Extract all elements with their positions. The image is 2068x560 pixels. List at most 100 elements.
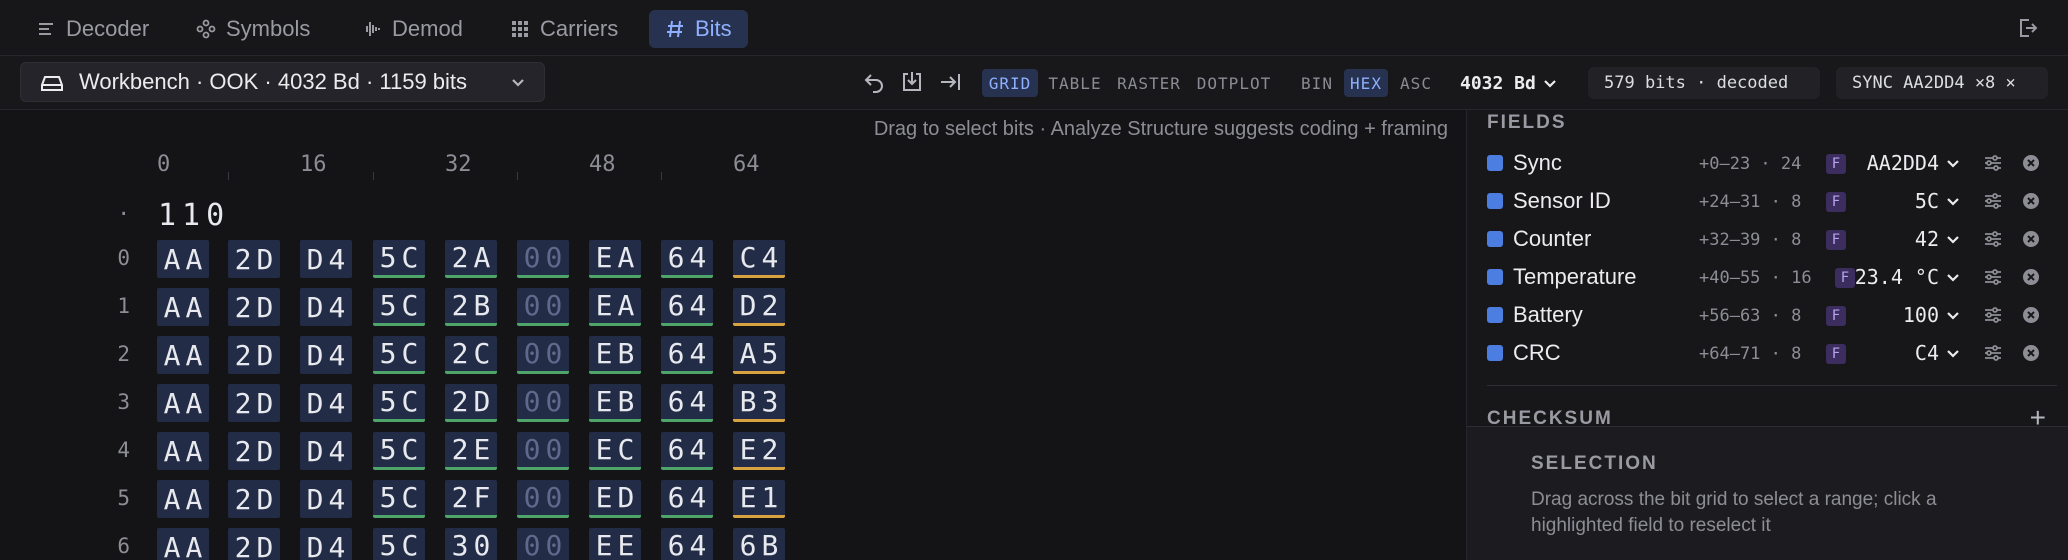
byte-cell[interactable]: 00: [517, 384, 569, 422]
byte-cell[interactable]: AA: [157, 288, 209, 326]
workbench-select[interactable]: Workbench · OOK · 4032 Bd · 1159 bits: [20, 62, 545, 102]
field-row[interactable]: Sync +0–23 · 24 F AA2DD4: [1487, 144, 2057, 182]
byte-cell[interactable]: D4: [300, 240, 352, 278]
byte-cell[interactable]: 2D: [228, 480, 280, 518]
close-icon[interactable]: [2021, 191, 2041, 211]
field-row[interactable]: Sensor ID +24–31 · 8 F 5C: [1487, 182, 2057, 220]
byte-cell[interactable]: 5C: [373, 480, 425, 518]
byte-cell[interactable]: 64: [661, 480, 713, 518]
byte-cell[interactable]: 2F: [445, 480, 497, 518]
byte-cell[interactable]: B3: [733, 384, 785, 422]
byte-cell[interactable]: D4: [300, 288, 352, 326]
byte-cell[interactable]: 5C: [373, 528, 425, 560]
byte-cell[interactable]: EA: [589, 240, 641, 278]
byte-cell[interactable]: 2D: [228, 384, 280, 422]
byte-cell[interactable]: EB: [589, 336, 641, 374]
import-icon[interactable]: [900, 70, 924, 94]
byte-cell[interactable]: EA: [589, 288, 641, 326]
chevron-down-icon[interactable]: [1945, 269, 1961, 285]
byte-cell[interactable]: A5: [733, 336, 785, 374]
field-color-swatch[interactable]: [1487, 193, 1503, 209]
field-row[interactable]: Temperature +40–55 · 16 F 23.4 °C: [1487, 258, 2057, 296]
jump-end-icon[interactable]: [938, 70, 962, 94]
byte-cell[interactable]: 2D: [228, 432, 280, 470]
sliders-icon[interactable]: [1983, 343, 2003, 363]
tab-carriers[interactable]: Carriers: [494, 10, 634, 48]
field-color-swatch[interactable]: [1487, 345, 1503, 361]
chevron-down-icon[interactable]: [1945, 155, 1961, 171]
field-row[interactable]: CRC +64–71 · 8 F C4: [1487, 334, 2057, 372]
byte-cell[interactable]: 2C: [445, 336, 497, 374]
byte-cell[interactable]: D4: [300, 336, 352, 374]
tab-demod[interactable]: Demod: [346, 10, 479, 48]
tab-symbols[interactable]: Symbols: [180, 10, 326, 48]
byte-cell[interactable]: 5C: [373, 336, 425, 374]
byte-cell[interactable]: 00: [517, 432, 569, 470]
format-asc[interactable]: ASC: [1394, 69, 1438, 97]
byte-cell[interactable]: 00: [517, 336, 569, 374]
byte-cell[interactable]: 64: [661, 336, 713, 374]
byte-cell[interactable]: AA: [157, 432, 209, 470]
byte-cell[interactable]: AA: [157, 528, 209, 560]
byte-cell[interactable]: 5C: [373, 384, 425, 422]
sliders-icon[interactable]: [1983, 229, 2003, 249]
byte-cell[interactable]: D4: [300, 432, 352, 470]
view-dotplot[interactable]: DOTPLOT: [1192, 69, 1276, 97]
field-value[interactable]: C4: [1915, 341, 1939, 365]
view-raster[interactable]: RASTER: [1112, 69, 1186, 97]
sliders-icon[interactable]: [1983, 153, 2003, 173]
chevron-down-icon[interactable]: [1945, 345, 1961, 361]
byte-cell[interactable]: E1: [733, 480, 785, 518]
byte-cell[interactable]: 2A: [445, 240, 497, 278]
byte-cell[interactable]: 64: [661, 432, 713, 470]
byte-cell[interactable]: EB: [589, 384, 641, 422]
byte-cell[interactable]: 2D: [228, 336, 280, 374]
byte-cell[interactable]: 5C: [373, 288, 425, 326]
baud-select[interactable]: 4032 Bd: [1460, 69, 1558, 97]
byte-cell[interactable]: 64: [661, 384, 713, 422]
undo-icon[interactable]: [862, 70, 886, 94]
byte-cell[interactable]: EC: [589, 432, 641, 470]
byte-cell[interactable]: 2D: [228, 240, 280, 278]
view-grid[interactable]: GRID: [982, 69, 1038, 97]
byte-cell[interactable]: D4: [300, 384, 352, 422]
byte-cell[interactable]: 2D: [228, 288, 280, 326]
tab-bits[interactable]: Bits: [649, 10, 748, 48]
field-color-swatch[interactable]: [1487, 307, 1503, 323]
chevron-down-icon[interactable]: [1945, 307, 1961, 323]
close-icon[interactable]: [2021, 267, 2041, 287]
close-icon[interactable]: [2021, 343, 2041, 363]
field-value[interactable]: 23.4 °C: [1855, 265, 1939, 289]
byte-cell[interactable]: E2: [733, 432, 785, 470]
byte-cell[interactable]: EE: [589, 528, 641, 560]
byte-cell[interactable]: 00: [517, 288, 569, 326]
sliders-icon[interactable]: [1983, 305, 2003, 325]
field-row[interactable]: Battery +56–63 · 8 F 100: [1487, 296, 2057, 334]
field-color-swatch[interactable]: [1487, 231, 1503, 247]
exit-icon[interactable]: [2016, 16, 2040, 40]
tab-decoder[interactable]: Decoder: [20, 10, 165, 48]
sliders-icon[interactable]: [1983, 267, 2003, 287]
byte-cell[interactable]: D4: [300, 528, 352, 560]
byte-cell[interactable]: 2D: [228, 528, 280, 560]
format-hex[interactable]: HEX: [1344, 69, 1388, 97]
byte-cell[interactable]: 2B: [445, 288, 497, 326]
byte-cell[interactable]: 30: [445, 528, 497, 560]
byte-cell[interactable]: 5C: [373, 432, 425, 470]
byte-cell[interactable]: 00: [517, 528, 569, 560]
field-value[interactable]: AA2DD4: [1867, 151, 1939, 175]
field-color-swatch[interactable]: [1487, 155, 1503, 171]
byte-cell[interactable]: 2E: [445, 432, 497, 470]
format-bin[interactable]: BIN: [1296, 69, 1338, 97]
field-value[interactable]: 42: [1915, 227, 1939, 251]
byte-cell[interactable]: 64: [661, 240, 713, 278]
byte-cell[interactable]: 64: [661, 528, 713, 560]
byte-cell[interactable]: 00: [517, 240, 569, 278]
byte-cell[interactable]: 00: [517, 480, 569, 518]
byte-cell[interactable]: C4: [733, 240, 785, 278]
byte-cell[interactable]: 6B: [733, 528, 785, 560]
byte-cell[interactable]: AA: [157, 336, 209, 374]
byte-cell[interactable]: 5C: [373, 240, 425, 278]
field-value[interactable]: 100: [1903, 303, 1939, 327]
field-value[interactable]: 5C: [1915, 189, 1939, 213]
